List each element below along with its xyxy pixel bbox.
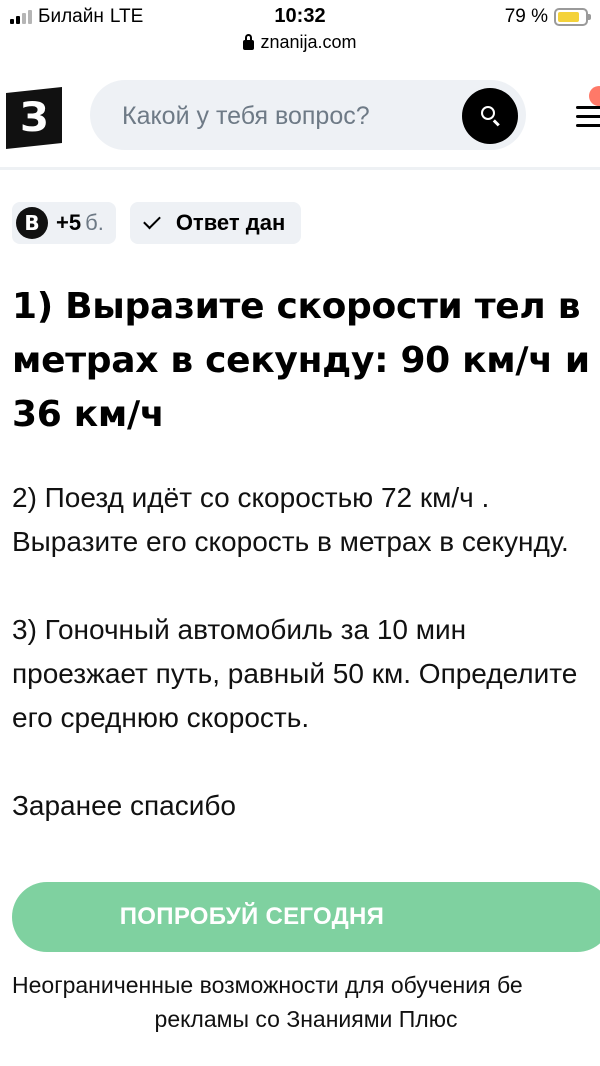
url-text: znanija.com xyxy=(260,32,357,52)
hamburger-menu-icon[interactable] xyxy=(576,106,600,132)
answered-badge: Ответ дан xyxy=(129,202,302,244)
notification-dot xyxy=(589,86,600,106)
question-paragraph: 2) Поезд идёт со скоростью 72 км/ч . Выр… xyxy=(12,482,569,557)
status-bar: Билайн LTE 10:32 79 % xyxy=(0,0,600,32)
search-icon xyxy=(481,106,495,120)
question-paragraph: Заранее спасибо xyxy=(12,790,236,821)
battery-icon xyxy=(554,8,591,26)
points-badge: B +5 б. xyxy=(12,202,116,244)
search-input[interactable]: Какой у тебя вопрос? xyxy=(90,80,526,150)
question-title: 1) Выразите скорости тел в метрах в секу… xyxy=(12,286,590,435)
check-icon xyxy=(142,211,161,229)
lock-icon xyxy=(243,33,255,50)
question-body: 2) Поезд идёт со скоростью 72 км/ч . Выр… xyxy=(12,476,592,872)
promo-text-line2: рекламы со Знаниями Плюс xyxy=(154,1006,458,1032)
try-today-button[interactable]: ПОПРОБУЙ СЕГОДНЯ xyxy=(12,882,600,952)
battery-level xyxy=(558,12,579,22)
answered-label: Ответ дан xyxy=(175,210,286,235)
points-unit: б. xyxy=(85,210,104,235)
search-placeholder: Какой у тебя вопрос? xyxy=(122,102,370,130)
points-value: +5 xyxy=(56,210,82,235)
battery-percent: 79 % xyxy=(504,6,548,27)
promo-text-line1: Неограниченные возможности для обучения … xyxy=(12,972,523,998)
points-icon: B xyxy=(16,207,48,239)
try-today-label: ПОПРОБУЙ СЕГОДНЯ xyxy=(119,903,385,930)
site-header: З Какой у тебя вопрос? xyxy=(0,62,600,170)
search-button[interactable] xyxy=(462,88,518,144)
promo-text: Неограниченные возможности для обучения … xyxy=(12,968,600,1036)
question-paragraph: 3) Гоночный автомобиль за 10 мин проезжа… xyxy=(12,614,578,733)
promo-banner: ПОПРОБУЙ СЕГОДНЯ Неограниченные возможно… xyxy=(0,856,600,1066)
url-bar[interactable]: znanija.com xyxy=(0,32,600,53)
znanija-logo[interactable]: З xyxy=(6,87,62,149)
status-right: 79 % xyxy=(504,6,591,28)
logo-letter: З xyxy=(19,95,49,142)
question-tags: B +5 б. Ответ дан xyxy=(12,202,302,244)
